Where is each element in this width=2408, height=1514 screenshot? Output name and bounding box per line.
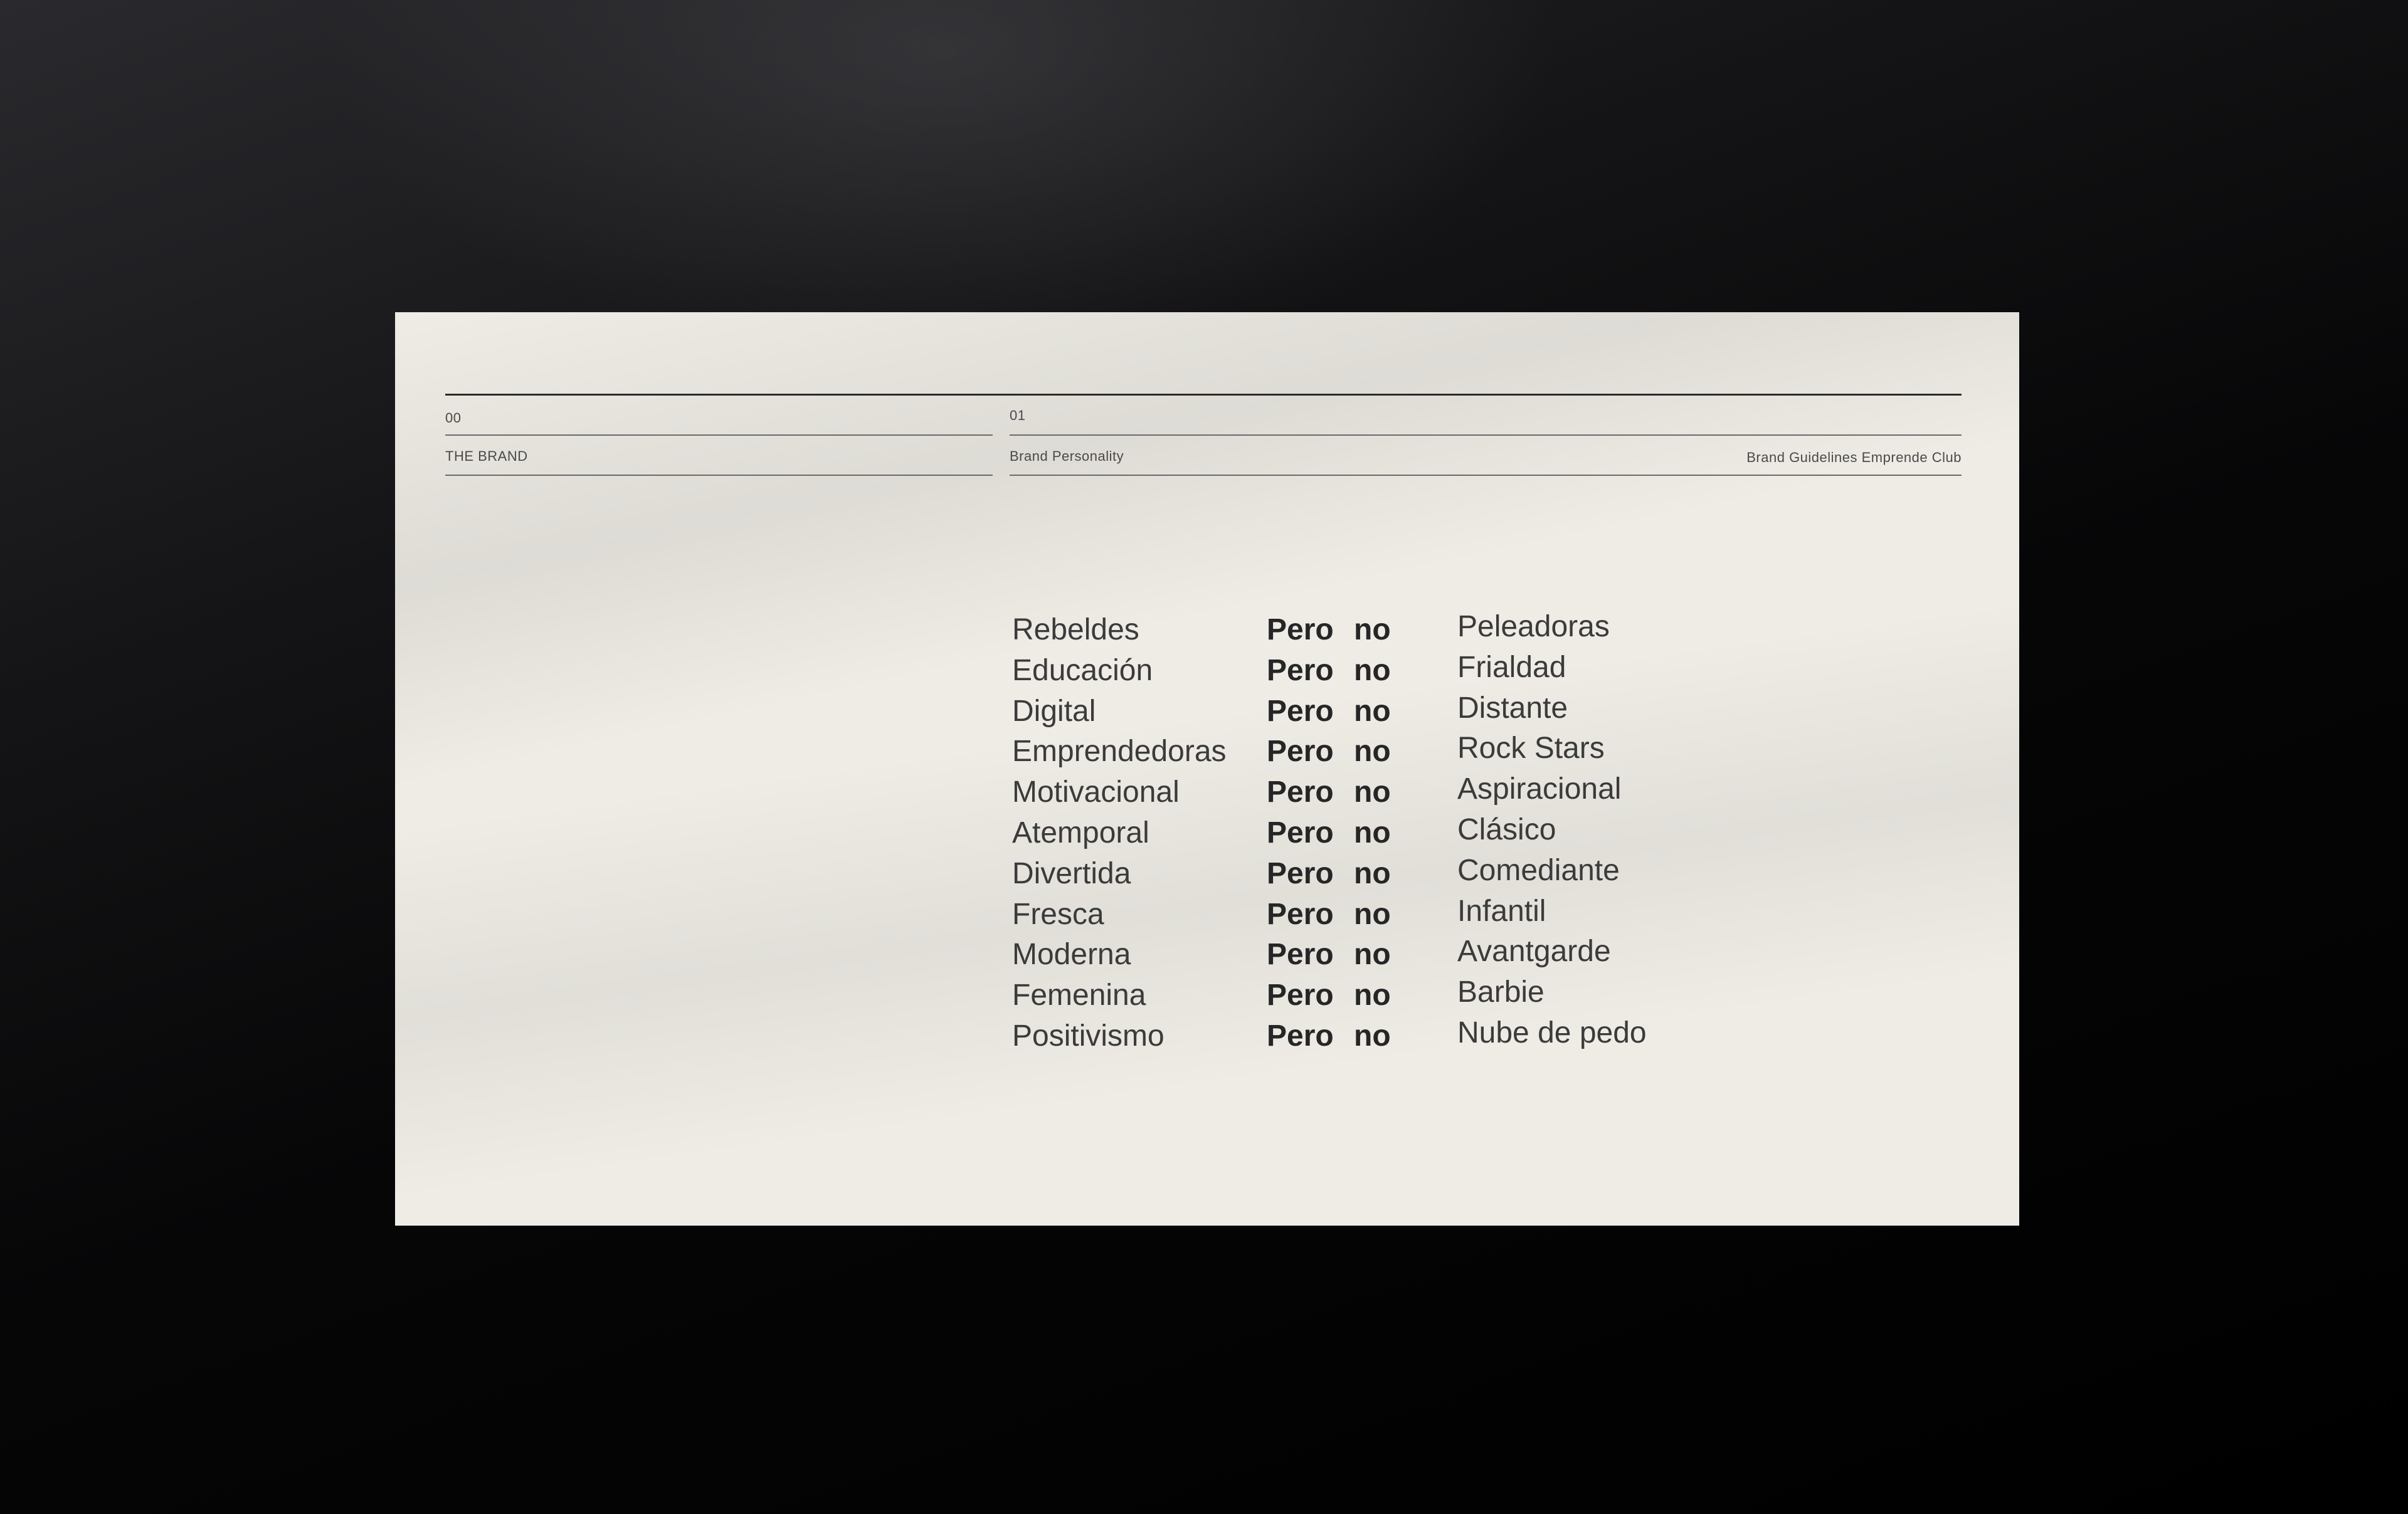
trait-label: Emprendedoras (1012, 735, 1227, 769)
personality-table: Rebeldes Pero no Peleadoras Educación Pero no F… (1012, 610, 1765, 1057)
no-label: no (1354, 775, 1391, 809)
no-label: no (1354, 856, 1391, 890)
trait-label: Digital (1012, 694, 1096, 728)
no-label: no (1354, 979, 1391, 1012)
section-title: THE BRAND (445, 448, 528, 464)
pero-label: Pero (1267, 653, 1334, 687)
antitrait-label: Rock Stars (1457, 732, 1605, 765)
personality-row: Moderna Pero no Avantgarde (1012, 935, 1765, 975)
trait-label: Moderna (1012, 938, 1131, 972)
personality-row: Educación Pero no Frialdad (1012, 651, 1765, 691)
antitrait-label: Infantil (1457, 894, 1546, 928)
pero-label: Pero (1267, 816, 1334, 849)
antitrait-label: Peleadoras (1457, 610, 1610, 643)
trait-label: Fresca (1012, 897, 1104, 931)
trait-label: Atemporal (1012, 816, 1149, 849)
brand-guidelines-page: 00 THE BRAND 01 Brand Personality Brand … (395, 312, 2019, 1226)
section-number: 00 (445, 410, 462, 426)
trait-label: Divertida (1012, 856, 1131, 890)
personality-row: Divertida Pero no Comediante (1012, 854, 1765, 895)
pero-label: Pero (1267, 979, 1334, 1012)
pero-label: Pero (1267, 694, 1334, 728)
no-label: no (1354, 613, 1391, 646)
antitrait-label: Frialdad (1457, 650, 1566, 684)
page-title: Brand Personality (1010, 448, 1124, 464)
document-title: Brand Guidelines Emprende Club (1746, 449, 1962, 465)
antitrait-label: Avantgarde (1457, 935, 1611, 969)
no-label: no (1354, 938, 1391, 972)
section-title-rule (445, 475, 993, 476)
section-number-rule (445, 434, 993, 436)
antitrait-label: Clásico (1457, 812, 1556, 846)
trait-label: Positivismo (1012, 1019, 1164, 1053)
trait-label: Motivacional (1012, 775, 1180, 809)
page-number-rule (1010, 434, 1962, 436)
pero-label: Pero (1267, 856, 1334, 890)
antitrait-label: Comediante (1457, 853, 1620, 887)
header-top-rule (445, 394, 1962, 396)
no-label: no (1354, 897, 1391, 931)
antitrait-label: Distante (1457, 691, 1568, 725)
no-label: no (1354, 653, 1391, 687)
trait-label: Rebeldes (1012, 613, 1139, 646)
personality-row: Digital Pero no Distante (1012, 691, 1765, 732)
trait-label: Femenina (1012, 979, 1146, 1012)
page-title-rule (1010, 475, 1962, 476)
trait-label: Educación (1012, 653, 1153, 687)
pero-label: Pero (1267, 613, 1334, 646)
antitrait-label: Aspiracional (1457, 772, 1622, 806)
pero-label: Pero (1267, 897, 1334, 931)
personality-row: Femenina Pero no Barbie (1012, 975, 1765, 1016)
pero-label: Pero (1267, 938, 1334, 972)
pero-label: Pero (1267, 775, 1334, 809)
no-label: no (1354, 694, 1391, 728)
personality-row: Emprendedoras Pero no Rock Stars (1012, 732, 1765, 772)
personality-row: Fresca Pero no Infantil (1012, 895, 1765, 935)
personality-row: Rebeldes Pero no Peleadoras (1012, 610, 1765, 651)
antitrait-label: Nube de pedo (1457, 1016, 1647, 1049)
personality-row: Motivacional Pero no Aspiracional (1012, 772, 1765, 813)
no-label: no (1354, 735, 1391, 769)
no-label: no (1354, 816, 1391, 849)
personality-row: Atemporal Pero no Clásico (1012, 813, 1765, 854)
pero-label: Pero (1267, 1019, 1334, 1053)
page-number: 01 (1010, 407, 1026, 423)
antitrait-label: Barbie (1457, 975, 1545, 1009)
personality-row: Positivismo Pero no Nube de pedo (1012, 1016, 1765, 1057)
no-label: no (1354, 1019, 1391, 1053)
pero-label: Pero (1267, 735, 1334, 769)
